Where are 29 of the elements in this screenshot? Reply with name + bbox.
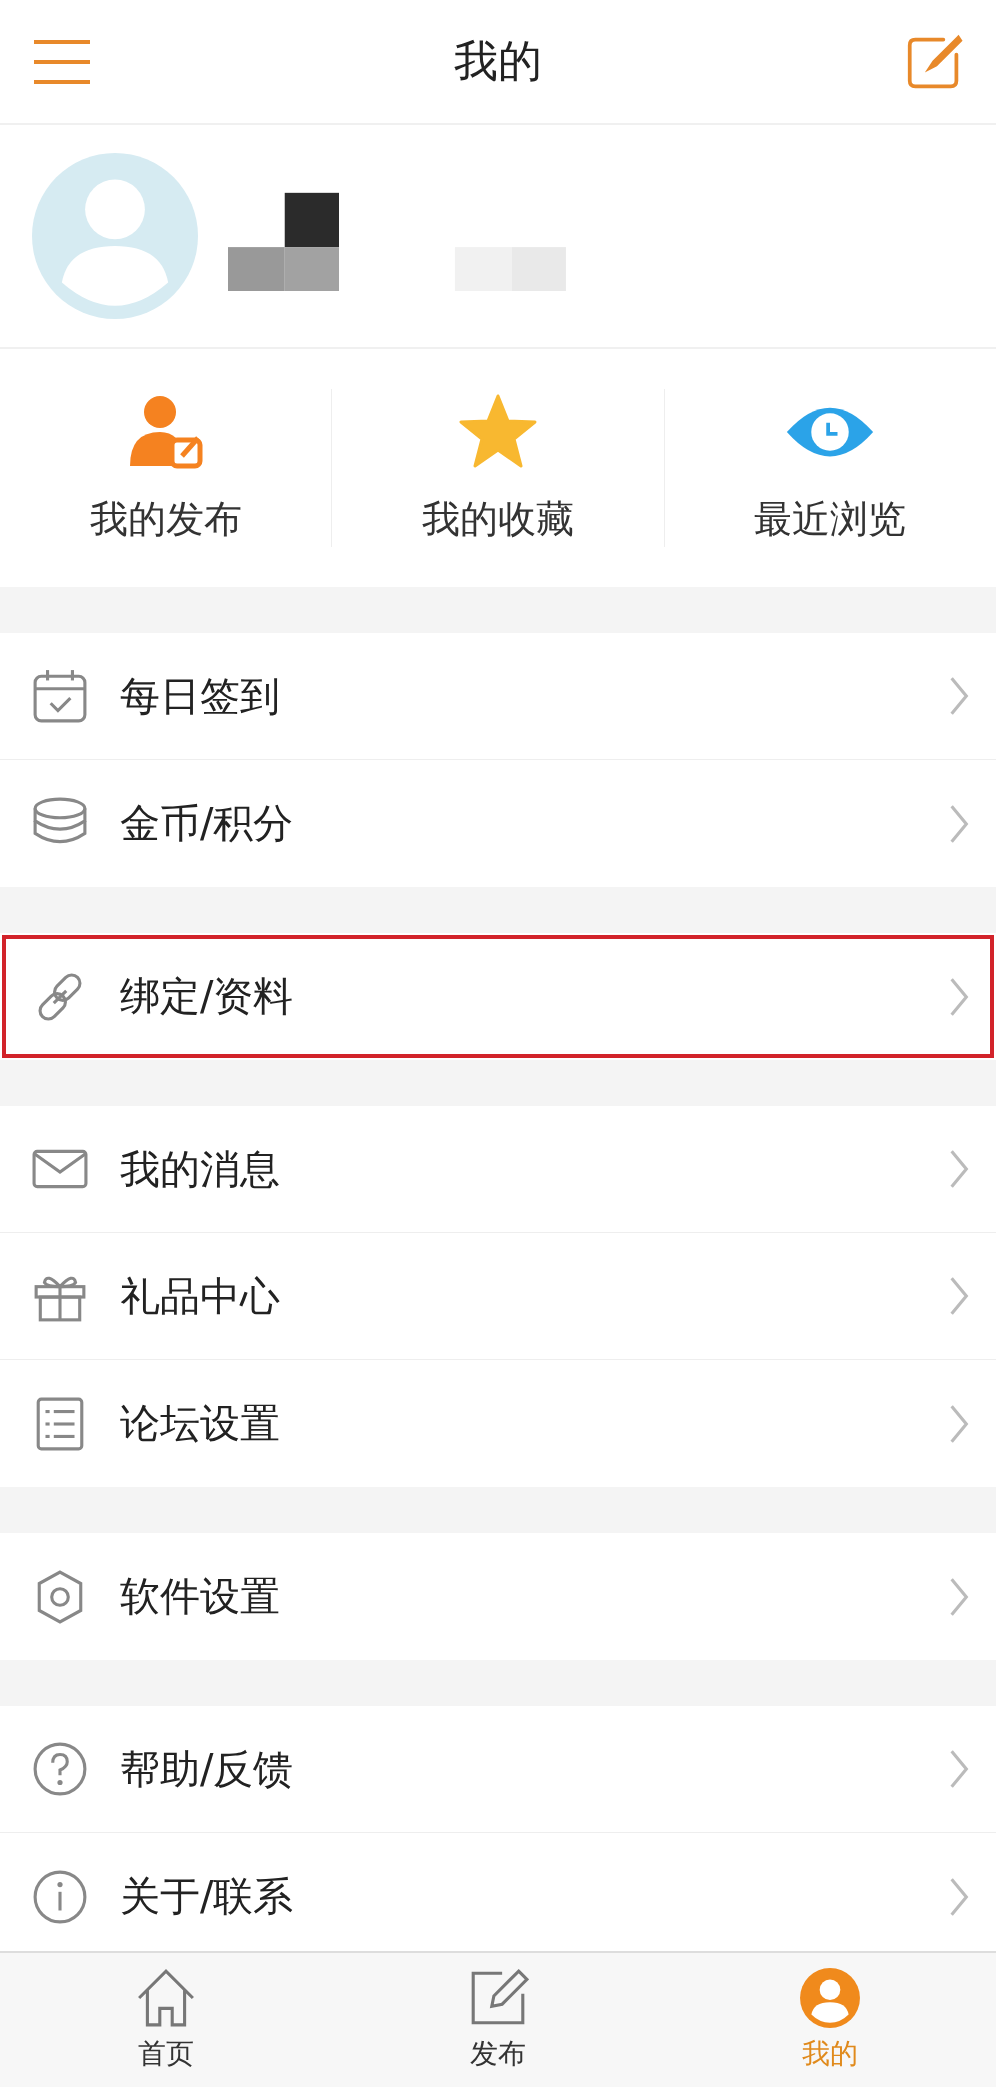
quick-action[interactable]: 最近浏览 xyxy=(663,389,996,547)
chevron-icon xyxy=(948,1148,970,1190)
chevron-icon xyxy=(948,1402,970,1445)
home-icon xyxy=(135,1967,197,2029)
quick-action[interactable]: 我的收藏 xyxy=(331,389,664,547)
tab[interactable]: 发布 xyxy=(332,1953,664,2087)
quick-action[interactable]: 我的发布 xyxy=(0,389,332,547)
help-icon xyxy=(32,1741,88,1797)
chevron-icon xyxy=(948,1575,970,1618)
menu-item[interactable]: 绑定/资料 xyxy=(0,933,996,1060)
page-title: 我的 xyxy=(454,34,542,88)
info-icon xyxy=(32,1868,88,1925)
menu-item[interactable]: 帮助/反馈 xyxy=(0,1706,996,1833)
menu-item[interactable]: 软件设置 xyxy=(0,1533,996,1660)
menu-item[interactable]: 金币/积分 xyxy=(0,760,996,887)
chevron-icon xyxy=(948,1748,970,1790)
menu-item[interactable]: 每日签到 xyxy=(0,633,996,760)
calendar-icon xyxy=(32,668,88,724)
chevron-icon xyxy=(948,975,970,1018)
chevron-icon xyxy=(948,1875,970,1918)
menu-item[interactable]: 论坛设置 xyxy=(0,1360,996,1487)
chevron-icon xyxy=(948,1275,970,1317)
menu-item[interactable]: 礼品中心 xyxy=(0,1233,996,1360)
tab[interactable]: 首页 xyxy=(0,1953,332,2087)
profile-icon xyxy=(799,1967,861,2029)
chevron-icon xyxy=(948,802,970,845)
menu-item[interactable]: 我的消息 xyxy=(0,1106,996,1233)
menu-item[interactable]: 关于/联系 xyxy=(0,1833,996,1951)
chevron-icon xyxy=(948,675,970,717)
